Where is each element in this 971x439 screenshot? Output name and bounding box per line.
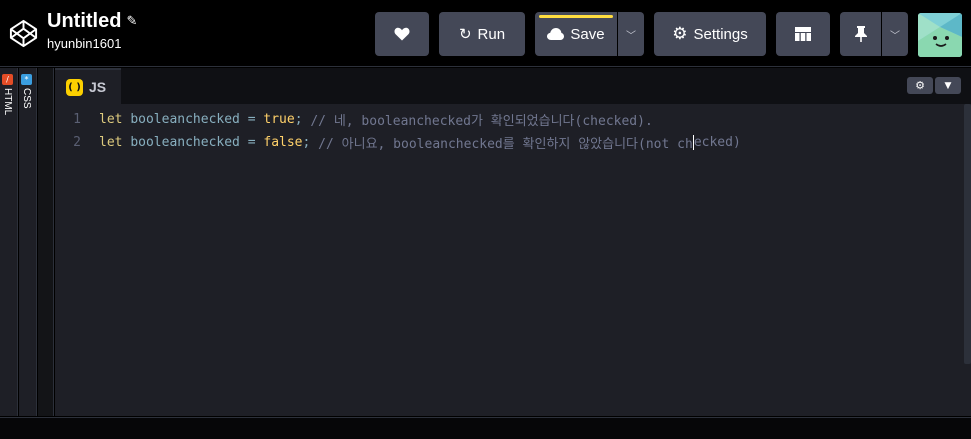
tab-js-label: JS: [89, 79, 107, 95]
css-icon: *: [21, 74, 32, 85]
js-editor: ( ) JS ⚙ ▼ 1 let booleanchecked = true ;…: [55, 68, 971, 416]
html-editor-collapsed[interactable]: / HTML: [0, 68, 18, 416]
token-comment: // 네, booleanchecked가 확인되었습니다(checked).: [310, 113, 653, 129]
refresh-icon: ↻: [458, 26, 472, 43]
pencil-icon[interactable]: ✎: [126, 14, 137, 29]
token-boolean: true: [263, 111, 295, 127]
codepen-logo-icon[interactable]: [8, 18, 39, 49]
gear-icon: ⚙: [672, 24, 688, 43]
pin-button[interactable]: [840, 12, 881, 56]
token-semicolon: ;: [302, 134, 311, 150]
line-number: 2: [73, 134, 81, 150]
pen-title-area: Untitled ✎ hyunbin1601: [47, 10, 137, 51]
html-editor-label: HTML: [2, 88, 13, 116]
js-settings-button[interactable]: ⚙: [907, 77, 933, 94]
editor-scrollbar[interactable]: [964, 104, 971, 364]
token-operator: =: [247, 134, 256, 150]
cloud-icon: [547, 28, 565, 40]
gear-icon: ⚙: [915, 79, 925, 92]
layout-grid-icon: [795, 27, 811, 41]
run-button[interactable]: ↻ Run: [439, 12, 525, 56]
code-line[interactable]: 1 let booleanchecked = true ; // 네, bool…: [55, 108, 955, 130]
token-operator: =: [247, 111, 256, 127]
settings-button[interactable]: ⚙ Settings: [654, 12, 766, 56]
token-variable: booleanchecked: [130, 111, 240, 127]
token-comment: // 아니요, booleanchecked를 확인하지 않았습니다(not c…: [318, 136, 693, 152]
username-link[interactable]: hyunbin1601: [47, 36, 137, 51]
chevron-down-icon: ﹀: [890, 30, 900, 42]
token-semicolon: ;: [294, 111, 303, 127]
bottom-bar: [0, 417, 971, 439]
save-button[interactable]: Save: [535, 12, 617, 56]
save-label: Save: [570, 25, 605, 43]
change-view-button[interactable]: [776, 12, 830, 56]
js-icon: ( ): [66, 78, 83, 96]
pin-icon: [854, 26, 867, 42]
js-options-dropdown[interactable]: ▼: [935, 77, 961, 94]
editor-resize-gutter[interactable]: [38, 68, 54, 416]
tab-js[interactable]: ( ) JS: [55, 68, 121, 104]
token-comment-rest: ecked): [693, 134, 741, 150]
css-editor-label: CSS: [21, 88, 32, 109]
js-editor-tabbar: ( ) JS ⚙ ▼: [55, 68, 971, 104]
code-line[interactable]: 2 let booleanchecked = false ; // 아니요, b…: [55, 131, 955, 153]
code-area[interactable]: 1 let booleanchecked = true ; // 네, bool…: [55, 104, 971, 416]
chevron-down-icon: ﹀: [626, 30, 636, 42]
love-button[interactable]: [375, 12, 429, 56]
settings-label: Settings: [693, 25, 748, 43]
line-number: 1: [73, 111, 81, 127]
token-keyword: let: [99, 111, 123, 127]
user-avatar[interactable]: [918, 13, 962, 57]
html-icon: /: [2, 74, 13, 85]
save-indicator-bar: [539, 15, 613, 18]
run-label: Run: [477, 25, 506, 43]
heart-icon: [394, 27, 410, 41]
top-header: Untitled ✎ hyunbin1601 ↻ Run Save ﹀ ⚙ Se…: [0, 0, 971, 67]
token-boolean: false: [263, 134, 303, 150]
token-variable: booleanchecked: [130, 134, 240, 150]
token-keyword: let: [99, 134, 123, 150]
pin-options-dropdown[interactable]: ﹀: [882, 12, 908, 56]
chevron-down-icon: ▼: [944, 80, 952, 91]
save-options-dropdown[interactable]: ﹀: [618, 12, 644, 56]
css-editor-collapsed[interactable]: * CSS: [19, 68, 37, 416]
pen-title[interactable]: Untitled: [47, 10, 121, 33]
avatar-image: [918, 13, 962, 57]
